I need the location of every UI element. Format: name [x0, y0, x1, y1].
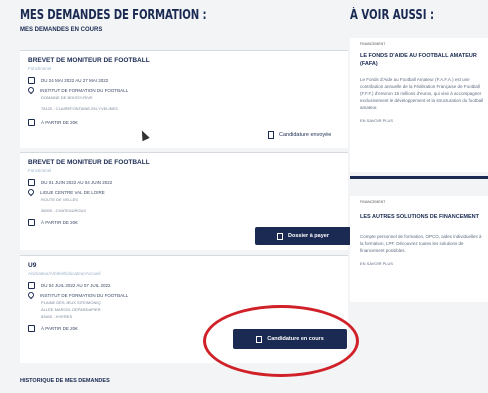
request-status: Animateur/Arbitre/Éducateur/Accueil [28, 271, 101, 276]
location-detail: PLAINE DES JEUX SITE/MONIQ [41, 300, 101, 305]
request-card: BREVET DE MONITEUR DE FOOTBALL Fonctionn… [20, 152, 351, 250]
request-dates: DU 04 JUIL 2022 AU 07 JUIL 2022 [20, 276, 348, 289]
card-tag: FINANCEMENT [360, 42, 386, 46]
price-icon [28, 119, 35, 126]
card-body: Le Fonds d'Aide au Football Amateur (F.A… [360, 77, 484, 110]
request-status: Fonctionnel [28, 66, 52, 71]
requests-section: MES DEMANDES DE FORMATION : MES DEMANDES… [20, 8, 338, 33]
see-also-card: FINANCEMENT LES AUTRES SOLUTIONS DE FINA… [350, 196, 488, 302]
see-also-card: FINANCEMENT LE FONDS D'AIDE AU FOOTBALL … [350, 38, 488, 172]
card-title: LE FONDS D'AIDE AU FOOTBALL AMATEUR (FAF… [360, 53, 477, 67]
request-price: À PARTIR DE 20€ [20, 213, 348, 226]
application-sent-button[interactable]: Candidature envoyée [268, 131, 331, 139]
request-card: BREVET DE MONITEUR DE FOOTBALL Fonctionn… [20, 50, 348, 148]
history-heading: HISTORIQUE DE MES DEMANDES [20, 378, 110, 384]
see-also-section: À VOIR AUSSI : [350, 8, 488, 23]
calendar-icon [28, 282, 35, 289]
location-address: 36000 - CHATEAUROUX [41, 208, 87, 213]
request-title: BREVET DE MONITEUR DE FOOTBALL [28, 159, 150, 166]
card-title: LES AUTRES SOLUTIONS DE FINANCEMENT [360, 214, 479, 220]
learn-more-link[interactable]: EN SAVOIR PLUS [350, 111, 488, 123]
request-location: LIGUE CENTRE VAL DE LOIRE [20, 186, 348, 197]
price-icon [28, 325, 35, 332]
location-address: 78120 - CLAIREFONTAINE-EN-YVELINES [41, 106, 118, 111]
page-title: MES DEMANDES DE FORMATION : [20, 8, 207, 23]
pay-file-button[interactable]: Dossier à payer [255, 227, 351, 245]
document-icon [268, 131, 274, 139]
learn-more-link[interactable]: EN SAVOIR PLUS [350, 254, 488, 266]
request-title: BREVET DE MONITEUR DE FOOTBALL [28, 57, 150, 64]
see-also-title: À VOIR AUSSI : [350, 8, 435, 23]
request-location: INSTITUT DE FORMATION DU FOOTBALL [20, 84, 348, 95]
calendar-icon [28, 77, 35, 84]
calendar-icon [28, 179, 35, 186]
request-dates: DU 01 JUIN 2022 AU 04 JUIN 2022 [20, 173, 348, 186]
request-status: Fonctionnel [28, 168, 52, 173]
document-icon [277, 232, 284, 240]
highlight-circle [203, 305, 359, 377]
price-icon [28, 219, 35, 226]
request-price: À PARTIR DE 20€ [20, 111, 348, 126]
current-requests-heading: MES DEMANDES EN COURS [20, 27, 103, 33]
request-location: INSTITUT DE FORMATION DU FOOTBALL [20, 289, 348, 300]
location-detail: ROUTE DE VELLES [41, 197, 78, 202]
request-dates: DU 24 MAI 2022 AU 27 MAI 2022 [20, 71, 348, 84]
location-detail: DOMAINE DE BOISSY-RIVE [41, 95, 93, 100]
card-tag: FINANCEMENT [360, 200, 386, 204]
card-divider [350, 176, 488, 179]
request-title: U9 [28, 262, 37, 269]
card-body: Compte personnel de formation, OPCO, aid… [360, 234, 482, 253]
